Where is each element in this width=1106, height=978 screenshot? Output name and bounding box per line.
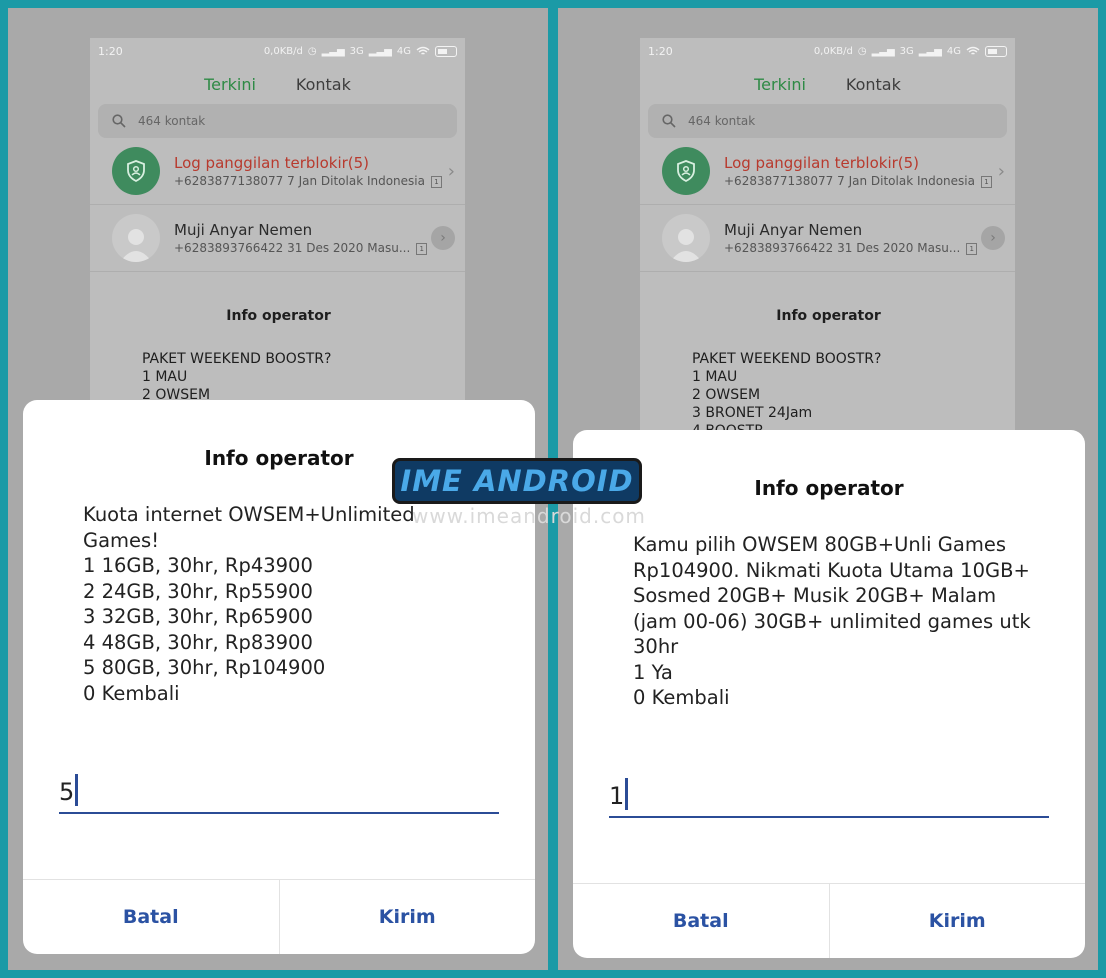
sim-icon: 1: [416, 242, 428, 255]
dialog-message: Kamu pilih OWSEM 80GB+Unli Games Rp10490…: [633, 533, 1031, 709]
chevron-right-icon[interactable]: ›: [981, 226, 1005, 250]
network-4g: 4G: [946, 45, 961, 57]
cancel-button[interactable]: Batal: [23, 880, 279, 954]
contacts-tabs: Terkini Kontak: [90, 64, 465, 104]
data-speed: 0,0KB/d: [263, 45, 303, 57]
alarm-icon: ◷: [307, 45, 317, 57]
left-screenshot: 1:20 0,0KB/d ◷ ▂▃▅ 3G ▂▃▅ 4G Terkini Kon…: [8, 8, 548, 970]
contacts-tabs: Terkini Kontak: [640, 64, 1015, 104]
text-cursor: [625, 778, 628, 810]
sim-icon: 1: [966, 242, 978, 255]
dialog-title: Info operator: [754, 476, 904, 500]
status-bar: 1:20 0,0KB/d ◷ ▂▃▅ 3G ▂▃▅ 4G: [90, 38, 465, 64]
chevron-right-icon: ›: [997, 160, 1005, 182]
ussd-dialog: Info operator Kuota internet OWSEM+Unlim…: [23, 400, 535, 954]
cancel-button[interactable]: Batal: [573, 884, 829, 958]
dialog-title: Info operator: [226, 308, 331, 324]
tab-recent[interactable]: Terkini: [754, 75, 806, 94]
battery-icon: [435, 45, 457, 57]
send-button[interactable]: Kirim: [828, 884, 1086, 958]
contact-name: Log panggilan terblokir(5): [724, 154, 920, 172]
tab-contacts[interactable]: Kontak: [846, 75, 901, 94]
data-speed: 0,0KB/d: [813, 45, 853, 57]
sim-icon: 1: [431, 175, 442, 188]
ussd-reply-input[interactable]: 1: [609, 776, 1049, 818]
battery-icon: [985, 45, 1007, 57]
contact-detail: +6283877138077 7 Jan Ditolak Indonesia 1: [724, 174, 998, 188]
status-time: 1:20: [98, 44, 123, 58]
network-4g: 4G: [396, 45, 411, 57]
shield-icon: [112, 147, 160, 195]
send-button[interactable]: Kirim: [278, 880, 536, 954]
avatar-icon: [112, 214, 160, 262]
search-placeholder: 464 kontak: [688, 114, 756, 128]
network-3g: 3G: [899, 45, 914, 57]
avatar-icon: [662, 214, 710, 262]
contact-name: Muji Anyar Nemen: [724, 221, 863, 239]
contact-row-muji[interactable]: Muji Anyar Nemen +6283893766422 31 Des 2…: [640, 205, 1015, 272]
search-placeholder: 464 kontak: [138, 114, 206, 128]
contact-detail: +6283877138077 7 Jan Ditolak Indonesia 1: [174, 174, 448, 188]
contact-row-muji[interactable]: Muji Anyar Nemen +6283893766422 31 Des 2…: [90, 205, 465, 272]
wifi-icon: [416, 46, 430, 55]
input-value: 5: [59, 778, 75, 806]
status-time: 1:20: [648, 44, 673, 58]
dialog-actions: Batal Kirim: [573, 883, 1085, 958]
search-bar[interactable]: 464 kontak: [648, 104, 1007, 138]
search-bar[interactable]: 464 kontak: [98, 104, 457, 138]
signal-icon-2: ▂▃▅: [918, 45, 942, 57]
dialog-title: Info operator: [204, 446, 354, 470]
network-3g: 3G: [349, 45, 364, 57]
dialog-message: PAKET WEEKEND BOOSTR? 1 MAU 2 OWSEM 3 BR…: [692, 351, 882, 439]
shield-icon: [662, 147, 710, 195]
dialog-message: PAKET WEEKEND BOOSTR? 1 MAU 2 OWSEM: [142, 351, 332, 403]
input-value: 1: [609, 782, 625, 810]
dialog-actions: Batal Kirim: [23, 879, 535, 954]
ussd-reply-input[interactable]: 5: [59, 772, 499, 814]
search-icon: [112, 114, 126, 128]
right-screenshot: 1:20 0,0KB/d ◷ ▂▃▅ 3G ▂▃▅ 4G Terkini Kon…: [558, 8, 1098, 970]
contact-name: Log panggilan terblokir(5): [174, 154, 370, 172]
signal-icon: ▂▃▅: [871, 45, 895, 57]
contact-row-blocked[interactable]: Log panggilan terblokir(5) +628387713807…: [640, 138, 1015, 205]
contact-detail: +6283893766422 31 Des 2020 Masu... 1: [724, 241, 981, 255]
tab-contacts[interactable]: Kontak: [296, 75, 351, 94]
alarm-icon: ◷: [857, 45, 867, 57]
status-bar: 1:20 0,0KB/d ◷ ▂▃▅ 3G ▂▃▅ 4G: [640, 38, 1015, 64]
chevron-right-icon: ›: [447, 160, 455, 182]
wifi-icon: [966, 46, 980, 55]
contact-row-blocked[interactable]: Log panggilan terblokir(5) +628387713807…: [90, 138, 465, 205]
ussd-dialog: Info operator Kamu pilih OWSEM 80GB+Unli…: [573, 430, 1085, 958]
contact-name: Muji Anyar Nemen: [174, 221, 313, 239]
signal-icon-2: ▂▃▅: [368, 45, 392, 57]
contact-detail: +6283893766422 31 Des 2020 Masu... 1: [174, 241, 431, 255]
tab-recent[interactable]: Terkini: [204, 75, 256, 94]
chevron-right-icon[interactable]: ›: [431, 226, 455, 250]
search-icon: [662, 114, 676, 128]
dialog-message: Kuota internet OWSEM+Unlimited Games! 1 …: [83, 503, 415, 705]
sim-icon: 1: [981, 175, 992, 188]
dialog-title: Info operator: [776, 308, 881, 324]
signal-icon: ▂▃▅: [321, 45, 345, 57]
text-cursor: [75, 774, 78, 806]
